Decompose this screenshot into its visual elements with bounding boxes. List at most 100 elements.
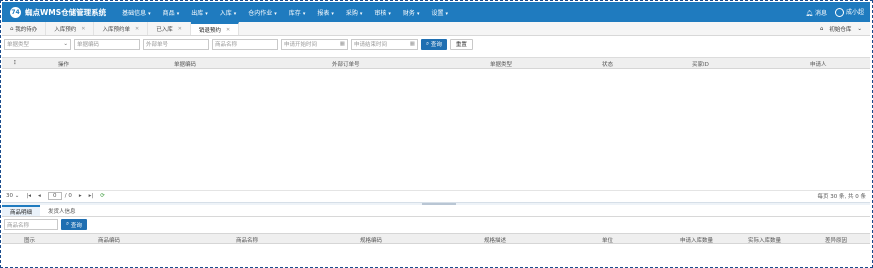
pager-summary: 每页 30 条, 共 0 条 bbox=[817, 194, 867, 200]
menu-item-inbound[interactable]: 入库 ▾ bbox=[214, 8, 243, 17]
menu-item-basic[interactable]: 基础信息 ▾ bbox=[116, 8, 157, 17]
next-page-icon[interactable]: ▸ bbox=[79, 193, 82, 199]
tab-return-appointment[interactable]: 销退预约 ✕ bbox=[190, 22, 240, 35]
close-icon[interactable]: ✕ bbox=[135, 26, 139, 32]
menu-item-finance[interactable]: 财务 ▾ bbox=[397, 8, 426, 17]
menu-label: 设置 bbox=[431, 9, 444, 17]
column-header: 商品名称 bbox=[236, 238, 259, 244]
menu-label: 报表 bbox=[317, 9, 330, 17]
panel-splitter[interactable] bbox=[2, 202, 870, 205]
menu-label: 审核 bbox=[374, 9, 387, 17]
tab-my-todo[interactable]: ⌂ 我的待办 bbox=[2, 22, 47, 35]
detail-search: 商品名称 ⌕ 查询 bbox=[4, 219, 90, 230]
messages-label: 消息 bbox=[814, 9, 827, 17]
menu-label: 商品 bbox=[162, 9, 175, 17]
product-name-placeholder: 商品名称 bbox=[215, 42, 238, 48]
messages-link[interactable]: 🔔︎ 消息 bbox=[805, 8, 827, 17]
detail-product-placeholder: 商品名称 bbox=[7, 222, 30, 229]
column-header: 实际入库数量 bbox=[748, 238, 782, 244]
refresh-icon[interactable]: ⟳ bbox=[100, 193, 105, 199]
caret-down-icon: ▾ bbox=[416, 10, 420, 17]
menu-item-warehouse-ops[interactable]: 仓内作业 ▾ bbox=[242, 8, 283, 17]
warehouse-selector[interactable]: ⌂ 初始仓库 ⌄ bbox=[820, 22, 862, 35]
calendar-icon: ▦ bbox=[339, 41, 345, 47]
caret-down-icon: ▾ bbox=[176, 10, 180, 17]
main-menu: 基础信息 ▾ 商品 ▾ 出库 ▾ 入库 ▾ 仓内作业 ▾ 库存 ▾ 报表 ▾ 采购 ▾ 审核 ▾ … bbox=[116, 8, 454, 17]
menu-label: 出库 bbox=[191, 9, 204, 17]
tab-label: 入库预约单 bbox=[102, 26, 130, 33]
caret-down-icon: ▾ bbox=[302, 10, 306, 17]
detail-grid-header: 图示 商品编码 商品名称 规格编码 规格描述 单位 申请入库数量 实际入库数量 … bbox=[2, 233, 870, 244]
query-button[interactable]: ⌕ 查询 bbox=[421, 38, 447, 50]
ext-no-placeholder: 外部单号 bbox=[146, 42, 169, 48]
pagination: 30 ⌄ |◂ ◂ 0 / 0 ▸ ▸| ⟳ 每页 30 条, 共 0 条 bbox=[2, 190, 870, 201]
caret-down-icon: ▾ bbox=[388, 10, 391, 17]
reset-button[interactable]: 重置 bbox=[449, 38, 473, 50]
menu-label: 基础信息 bbox=[122, 9, 147, 17]
top-navbar: 74 蜘点WMS仓储管理系统 基础信息 ▾ 商品 ▾ 出库 ▾ 入库 ▾ 仓内作业 ▾ 库… bbox=[2, 2, 870, 22]
menu-item-purchase[interactable]: 采购 ▾ bbox=[340, 8, 369, 17]
menu-item-goods[interactable]: 商品 ▾ bbox=[157, 8, 186, 17]
end-date-placeholder: 申请结束时间 bbox=[354, 42, 388, 48]
first-page-icon[interactable]: |◂ bbox=[26, 193, 31, 199]
tab-shipper-info[interactable]: 发货人信息 bbox=[40, 205, 84, 216]
end-date-input[interactable]: 申请结束时间 ▦ bbox=[351, 38, 418, 50]
tab-label: 已入库 bbox=[156, 26, 173, 33]
close-icon[interactable]: ✕ bbox=[226, 27, 230, 33]
app-logo[interactable]: 74 蜘点WMS仓储管理系统 bbox=[10, 6, 107, 18]
menu-item-reports[interactable]: 报表 ▾ bbox=[311, 8, 340, 17]
caret-down-icon: ▾ bbox=[359, 10, 363, 17]
search-form: 单据类型 ⌄ 单据编码 外部单号 商品名称 申请开始时间 ▦ 申请结束时间 ▦ ⌕ 查… bbox=[4, 38, 476, 50]
menu-item-settings[interactable]: 设置 ▾ bbox=[425, 8, 454, 17]
app-title: 蜘点WMS仓储管理系统 bbox=[25, 7, 107, 17]
page-number-input[interactable]: 0 bbox=[47, 192, 62, 200]
user-menu[interactable]: 成小超 bbox=[834, 7, 864, 17]
product-name-input[interactable]: 商品名称 bbox=[212, 38, 278, 50]
tab-label: 我的待办 bbox=[15, 26, 38, 33]
column-header: 单据编码 bbox=[174, 62, 197, 68]
menu-item-outbound[interactable]: 出库 ▾ bbox=[185, 8, 214, 17]
page-size-select[interactable]: 30 ⌄ bbox=[6, 193, 19, 199]
detail-query-button[interactable]: ⌕ 查询 bbox=[61, 219, 87, 230]
detail-tabs: 商品明细 发货人信息 bbox=[2, 205, 870, 217]
column-menu-icon[interactable]: ⋮ bbox=[12, 60, 18, 66]
tab-label: 入库预约 bbox=[54, 26, 77, 33]
column-header: 单位 bbox=[602, 238, 614, 244]
close-icon[interactable]: ✕ bbox=[178, 26, 182, 32]
calendar-icon: ▦ bbox=[409, 41, 415, 47]
user-name: 成小超 bbox=[845, 9, 864, 16]
column-header: 商品编码 bbox=[98, 238, 121, 244]
query-label: 查询 bbox=[70, 222, 82, 229]
warehouse-label: 初始仓库 bbox=[829, 26, 852, 33]
bell-icon: 🔔︎ bbox=[805, 9, 814, 17]
caret-down-icon: ▾ bbox=[445, 10, 448, 17]
tab-product-details[interactable]: 商品明细 bbox=[2, 205, 41, 216]
menu-label: 入库 bbox=[219, 9, 232, 17]
menu-item-inventory[interactable]: 库存 ▾ bbox=[283, 8, 312, 17]
column-header: 状态 bbox=[602, 62, 614, 68]
last-page-icon[interactable]: ▸| bbox=[89, 193, 94, 199]
tab-label: 商品明细 bbox=[10, 209, 33, 216]
caret-down-icon: ▾ bbox=[331, 10, 334, 17]
doc-no-input[interactable]: 单据编码 bbox=[74, 38, 140, 50]
start-date-input[interactable]: 申请开始时间 ▦ bbox=[281, 38, 348, 50]
menu-label: 库存 bbox=[288, 9, 301, 17]
grid-header: ⋮ 操作 单据编码 外部订单号 单据类型 状态 买家ID 申请人 bbox=[2, 58, 870, 69]
start-date-placeholder: 申请开始时间 bbox=[284, 42, 318, 48]
tab-received[interactable]: 已入库 ✕ bbox=[148, 22, 191, 35]
chevron-down-icon: ⌄ bbox=[857, 25, 862, 32]
close-icon[interactable]: ✕ bbox=[81, 26, 85, 32]
ext-no-input[interactable]: 外部单号 bbox=[143, 38, 209, 50]
detail-product-input[interactable]: 商品名称 bbox=[4, 219, 58, 230]
column-header: 操作 bbox=[58, 62, 70, 68]
doc-type-select[interactable]: 单据类型 ⌄ bbox=[4, 38, 71, 50]
reset-label: 重置 bbox=[455, 42, 467, 48]
splitter-handle[interactable] bbox=[422, 203, 456, 205]
tab-inbound-appointment-order[interactable]: 入库预约单 ✕ bbox=[94, 22, 149, 35]
tab-inbound-appointment[interactable]: 入库预约 ✕ bbox=[46, 22, 95, 35]
caret-down-icon: ▾ bbox=[274, 10, 277, 17]
menu-item-audit[interactable]: 审核 ▾ bbox=[368, 8, 397, 17]
page-size-value: 30 bbox=[6, 193, 13, 199]
doc-no-placeholder: 单据编码 bbox=[77, 42, 100, 48]
prev-page-icon[interactable]: ◂ bbox=[38, 193, 41, 199]
